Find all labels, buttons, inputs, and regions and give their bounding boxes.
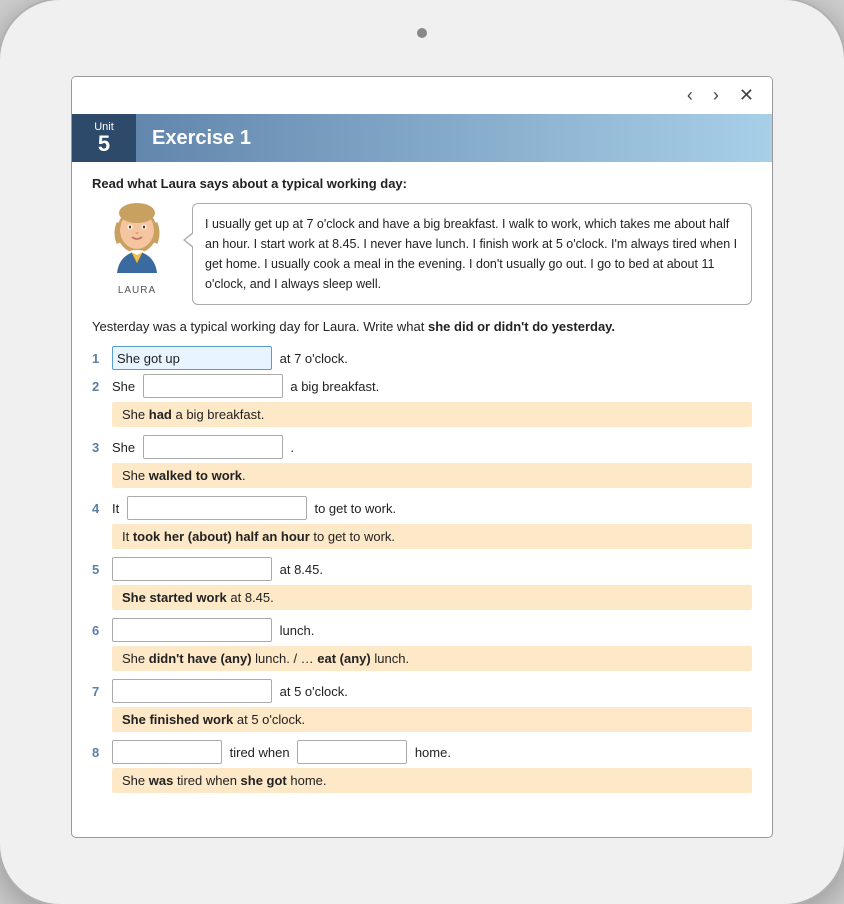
speech-bubble: I usually get up at 7 o'clock and have a…	[192, 203, 752, 305]
input-8a[interactable]	[112, 740, 222, 764]
task-instruction-plain: Yesterday was a typical working day for …	[92, 319, 428, 334]
answer-4: It took her (about) half an hour to get …	[112, 524, 752, 549]
answer-2: She had a big breakfast.	[112, 402, 752, 427]
row-suffix-7: at 5 o'clock.	[276, 684, 348, 699]
answer-5: She started work at 8.45.	[112, 585, 752, 610]
input-3[interactable]	[143, 435, 283, 459]
answer-7: She finished work at 5 o'clock.	[112, 707, 752, 732]
exercise-row-8: 8 tired when home.	[92, 740, 752, 764]
exercise-row-4: 4 It to get to work.	[92, 496, 752, 520]
input-5[interactable]	[112, 557, 272, 581]
answer-3: She walked to work.	[112, 463, 752, 488]
exercise-title: Exercise 1	[136, 114, 251, 162]
exercise-row-3: 3 She .	[92, 435, 752, 459]
prev-button[interactable]: ‹	[681, 83, 699, 108]
laura-section: LAURA I usually get up at 7 o'clock and …	[92, 203, 752, 305]
row-suffix-6: lunch.	[276, 623, 314, 638]
answer-6: She didn't have (any) lunch. / … eat (an…	[112, 646, 752, 671]
laura-name-label: LAURA	[118, 285, 156, 296]
next-button[interactable]: ›	[707, 83, 725, 108]
tablet-device: ‹ › ✕ Unit 5 Exercise 1 Read what Laura …	[0, 0, 844, 904]
row-number-7: 7	[92, 684, 108, 699]
row-middle-8: tired when	[226, 745, 293, 760]
row-suffix-2: a big breakfast.	[287, 379, 380, 394]
close-button[interactable]: ✕	[733, 83, 760, 108]
row-number-6: 6	[92, 623, 108, 638]
task-instruction: Yesterday was a typical working day for …	[92, 319, 752, 334]
input-4[interactable]	[127, 496, 307, 520]
row-suffix-4: to get to work.	[311, 501, 396, 516]
input-2[interactable]	[143, 374, 283, 398]
unit-number: 5	[98, 133, 110, 155]
row-suffix-3: .	[287, 440, 294, 455]
task-instruction-bold: she did or didn't do yesterday.	[428, 319, 615, 334]
row-prefix-4: It	[112, 501, 123, 516]
row-number-2: 2	[92, 379, 108, 394]
exercise-row-6: 6 lunch.	[92, 618, 752, 642]
input-6[interactable]	[112, 618, 272, 642]
row-suffix-8: home.	[411, 745, 451, 760]
row-number-3: 3	[92, 440, 108, 455]
input-8b[interactable]	[297, 740, 407, 764]
main-instruction: Read what Laura says about a typical wor…	[92, 176, 752, 191]
exercise-row-2: 2 She a big breakfast.	[92, 374, 752, 398]
content-area: Read what Laura says about a typical wor…	[72, 162, 772, 837]
answer-8: She was tired when she got home.	[112, 768, 752, 793]
row-suffix-1: at 7 o'clock.	[276, 351, 348, 366]
row-prefix-2: She	[112, 379, 139, 394]
input-1[interactable]	[112, 346, 272, 370]
exercise-row-1: 1 at 7 o'clock.	[92, 346, 752, 370]
exercise-row-5: 5 at 8.45.	[92, 557, 752, 581]
tablet-camera	[417, 28, 427, 38]
avatar-image	[101, 203, 173, 283]
row-suffix-5: at 8.45.	[276, 562, 323, 577]
unit-badge: Unit 5	[72, 114, 136, 162]
row-number-1: 1	[92, 351, 108, 366]
tablet-screen: ‹ › ✕ Unit 5 Exercise 1 Read what Laura …	[72, 77, 772, 837]
input-7[interactable]	[112, 679, 272, 703]
row-number-4: 4	[92, 501, 108, 516]
row-number-5: 5	[92, 562, 108, 577]
exercise-row-7: 7 at 5 o'clock.	[92, 679, 752, 703]
row-number-8: 8	[92, 745, 108, 760]
exercise-header: Unit 5 Exercise 1	[72, 114, 772, 162]
speech-text: I usually get up at 7 o'clock and have a…	[205, 217, 737, 291]
laura-avatar: LAURA	[92, 203, 182, 296]
nav-bar: ‹ › ✕	[72, 77, 772, 114]
row-prefix-3: She	[112, 440, 139, 455]
